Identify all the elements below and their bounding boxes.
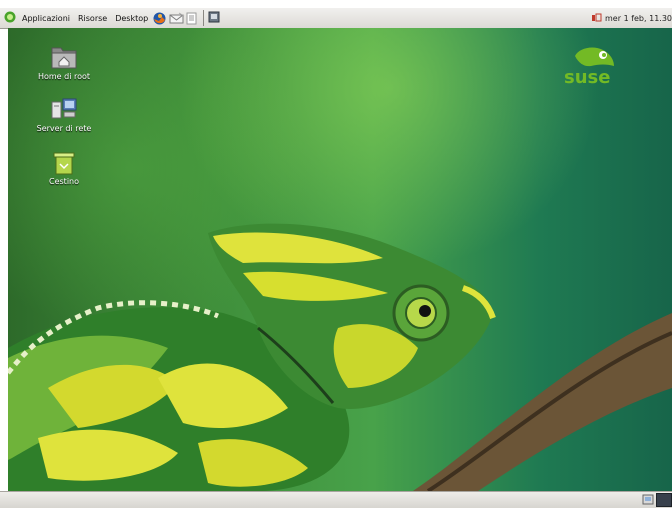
notification-area: mer 1 feb, 11.30 — [591, 8, 672, 28]
desktop-icon-label: Home di root — [37, 72, 91, 81]
home-folder-icon — [29, 44, 99, 70]
suse-logo: suse — [561, 44, 627, 88]
desktop-icon-label: Server di rete — [36, 124, 92, 133]
panel-separator — [203, 10, 205, 26]
desktop-icon-trash[interactable]: Cestino — [29, 149, 99, 186]
chameleon-wallpaper — [8, 223, 672, 491]
desktop-toggle-icon[interactable] — [642, 494, 654, 505]
clock[interactable]: mer 1 feb, 11.30 — [605, 14, 672, 23]
menu-risorse[interactable]: Risorse — [76, 14, 109, 23]
trash-icon — [29, 149, 99, 175]
top-panel: Applicazioni Risorse Desktop mer 1 feb, … — [0, 8, 672, 29]
menu-applicazioni[interactable]: Applicazioni — [20, 14, 72, 23]
distro-menu-icon[interactable] — [4, 11, 16, 25]
office-icon[interactable] — [185, 12, 198, 25]
svg-text:suse: suse — [564, 67, 610, 86]
desktop-icon-home[interactable]: Home di root — [29, 44, 99, 81]
network-status-icon[interactable] — [591, 12, 602, 25]
show-desktop-icon[interactable] — [208, 11, 220, 25]
desktop-icon-network-server[interactable]: Server di rete — [29, 96, 99, 133]
desktop-icon-label: Cestino — [49, 177, 79, 186]
desktop-area: Home di root Server di rete Cestino suse — [8, 28, 672, 491]
menu-desktop[interactable]: Desktop — [113, 14, 150, 23]
network-server-icon — [29, 96, 99, 122]
workspace-switcher[interactable] — [656, 493, 672, 507]
bottom-panel — [0, 491, 672, 508]
firefox-icon[interactable] — [153, 12, 166, 25]
mail-icon[interactable] — [169, 12, 185, 25]
